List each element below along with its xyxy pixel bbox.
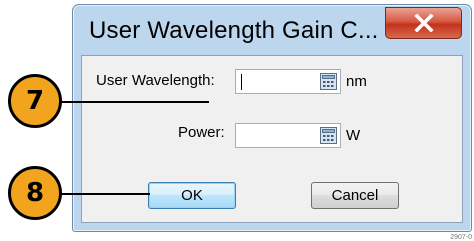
callout-7-badge: 7: [8, 74, 62, 128]
window-title: User Wavelength Gain C...: [89, 17, 379, 44]
power-label: Power:: [178, 124, 225, 141]
calculator-icon[interactable]: [320, 127, 337, 144]
close-button[interactable]: [385, 7, 462, 39]
wavelength-unit: nm: [346, 73, 367, 90]
wavelength-label: User Wavelength:: [96, 72, 215, 89]
wavelength-input[interactable]: [235, 69, 341, 94]
text-cursor: [241, 74, 242, 90]
callout-7-leader: [58, 101, 209, 103]
dialog-window: User Wavelength Gain C... User Wavelengt…: [72, 4, 472, 232]
dialog-body: User Wavelength: nm Power: W OK Cancel: [81, 55, 463, 223]
ok-button[interactable]: OK: [148, 182, 236, 209]
power-input[interactable]: [235, 123, 341, 148]
power-unit: W: [346, 127, 361, 144]
calculator-icon[interactable]: [320, 73, 337, 90]
figure-id: 2907-0: [450, 234, 472, 241]
cancel-button[interactable]: Cancel: [311, 182, 399, 209]
callout-8-leader: [58, 193, 150, 195]
callout-8-badge: 8: [8, 166, 62, 220]
close-icon: [413, 14, 434, 32]
